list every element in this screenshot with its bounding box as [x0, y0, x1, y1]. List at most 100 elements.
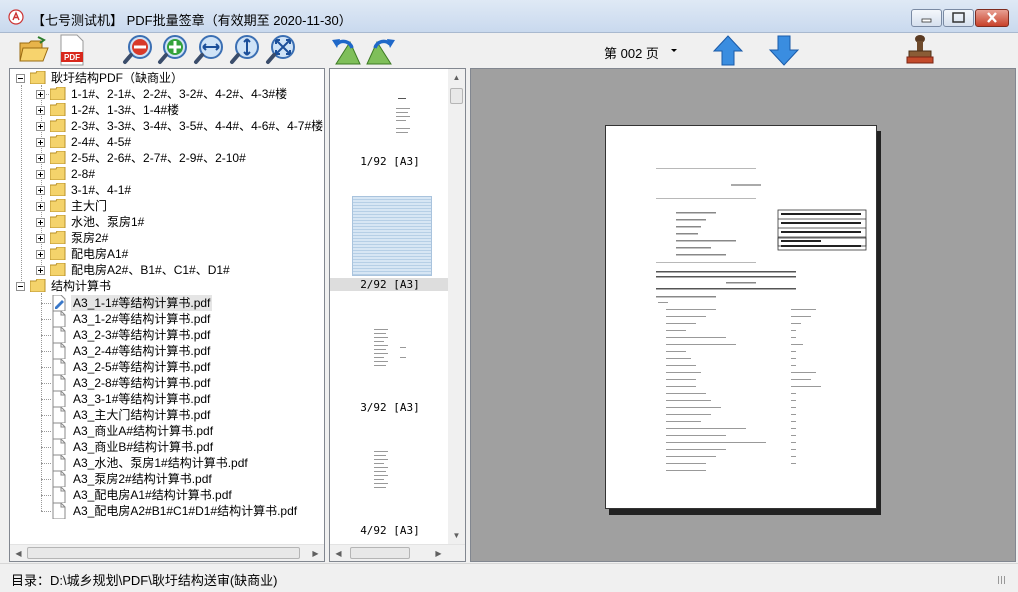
tree-label: A3_2-5#等结构计算书.pdf — [73, 360, 211, 374]
expand-icon[interactable] — [36, 90, 45, 99]
fit-width-icon[interactable] — [193, 34, 225, 66]
window-title: 【七号测试机】 PDF批量签章（有效期至 2020-11-30） — [32, 13, 352, 28]
expand-icon[interactable] — [36, 186, 45, 195]
thumbnail-label: 4/92 [A3] — [360, 524, 420, 537]
zoom-out-icon[interactable] — [122, 34, 154, 66]
page-selector[interactable]: 第 002 页 — [604, 43, 659, 62]
tree-file[interactable]: A3_3-1#等结构计算书.pdf — [10, 391, 324, 407]
expand-icon[interactable] — [36, 106, 45, 115]
tree-folder[interactable]: 主大门 — [10, 198, 324, 214]
folder-icon — [50, 87, 66, 100]
minimize-button[interactable] — [911, 9, 942, 27]
page-thumbnail[interactable] — [378, 88, 424, 148]
expand-icon[interactable] — [36, 266, 45, 275]
tree-label: 2-5#、2-6#、2-7#、2-9#、2-10# — [71, 151, 246, 165]
open-folder-icon[interactable] — [18, 34, 50, 66]
tree-folder[interactable]: 1-2#、1-3#、1-4#楼 — [10, 102, 324, 118]
file-icon — [52, 439, 66, 455]
tree-file[interactable]: A3_主大门结构计算书.pdf — [10, 407, 324, 423]
tree-file[interactable]: A3_2-3#等结构计算书.pdf — [10, 327, 324, 343]
expand-icon[interactable] — [36, 122, 45, 131]
tree-folder[interactable]: 泵房2# — [10, 230, 324, 246]
tree-folder[interactable]: 2-4#、4-5# — [10, 134, 324, 150]
tree-folder[interactable]: 3-1#、4-1# — [10, 182, 324, 198]
tree-label: A3_2-3#等结构计算书.pdf — [73, 328, 211, 342]
zoom-in-icon[interactable] — [157, 34, 189, 66]
tree-file[interactable]: A3_商业B#结构计算书.pdf — [10, 439, 324, 455]
tree-file[interactable]: A3_水池、泵房1#结构计算书.pdf — [10, 455, 324, 471]
page-thumbnail[interactable] — [370, 449, 420, 509]
scroll-down-icon[interactable]: ▼ — [448, 527, 465, 544]
tree-folder[interactable]: 1-1#、2-1#、2-2#、3-2#、4-2#、4-3#楼 — [10, 86, 324, 102]
scrollbar-thumb[interactable] — [350, 547, 410, 559]
tree-file[interactable]: A3_商业A#结构计算书.pdf — [10, 423, 324, 439]
resize-grip-icon[interactable] — [998, 576, 1006, 584]
tree-folder[interactable]: 水池、泵房1# — [10, 214, 324, 230]
fit-page-icon[interactable] — [265, 34, 297, 66]
tree-label: 水池、泵房1# — [71, 215, 145, 229]
status-bar: 目录：D:\城乡规划\PDF\耿圩结构送审(缺商业) — [0, 563, 1018, 592]
minimize-icon — [921, 18, 932, 23]
expand-icon[interactable] — [36, 170, 45, 179]
tree-folder[interactable]: 2-5#、2-6#、2-7#、2-9#、2-10# — [10, 150, 324, 166]
tree-label: 配电房A1# — [71, 247, 129, 261]
tree-file[interactable]: A3_2-8#等结构计算书.pdf — [10, 375, 324, 391]
page-down-icon[interactable] — [768, 34, 800, 66]
thumbnail-panel: 1/92 [A3] 2/92 [A3] 3/92 [A3] 4/92 [A3] … — [329, 68, 466, 562]
tree-horizontal-scrollbar[interactable]: ◀ ▶ — [10, 544, 324, 561]
scroll-right-icon[interactable]: ▶ — [430, 545, 447, 561]
scroll-left-icon[interactable]: ◀ — [330, 545, 347, 561]
tree-file[interactable]: A3_1-2#等结构计算书.pdf — [10, 311, 324, 327]
tree-file[interactable]: A3_2-4#等结构计算书.pdf — [10, 343, 324, 359]
tree-folder[interactable]: 配电房A2#、B1#、C1#、D1# — [10, 262, 324, 278]
tree-folder[interactable]: 2-3#、3-3#、3-4#、3-5#、4-4#、4-6#、4-7#楼 — [10, 118, 324, 134]
close-icon — [987, 12, 997, 23]
page-up-icon[interactable] — [712, 34, 744, 66]
thumbnail-horizontal-scrollbar[interactable]: ◀ ▶ — [330, 544, 465, 561]
expand-icon[interactable] — [36, 234, 45, 243]
collapse-icon[interactable] — [16, 282, 25, 291]
rotate-left-icon[interactable] — [330, 34, 362, 66]
rotate-right-icon[interactable] — [365, 34, 397, 66]
page-preview-panel — [470, 68, 1016, 562]
folder-icon — [50, 135, 66, 148]
collapse-icon[interactable] — [16, 74, 25, 83]
scrollbar-thumb[interactable] — [27, 547, 300, 559]
file-icon — [52, 343, 66, 359]
scroll-up-icon[interactable]: ▲ — [448, 69, 465, 86]
scroll-right-icon[interactable]: ▶ — [307, 545, 324, 561]
page-thumbnail[interactable] — [370, 327, 420, 387]
folder-icon — [50, 151, 66, 164]
chevron-down-icon[interactable] — [666, 41, 682, 59]
page-thumbnail-selected[interactable] — [352, 196, 432, 276]
tree-label: 泵房2# — [71, 231, 109, 245]
scrollbar-thumb[interactable] — [450, 88, 463, 104]
tree-file[interactable]: A3_配电房A1#结构计算书.pdf — [10, 487, 324, 503]
expand-icon[interactable] — [36, 202, 45, 211]
thumbnail-vertical-scrollbar[interactable]: ▲ ▼ — [448, 69, 465, 544]
tree-folder[interactable]: 2-8# — [10, 166, 324, 182]
file-tree-panel: 耿圩结构PDF（缺商业） 1-1#、2-1#、2-2#、3-2#、4-2#、4-… — [9, 68, 325, 562]
expand-icon[interactable] — [36, 154, 45, 163]
file-icon — [52, 407, 66, 423]
tree-folder[interactable]: 配电房A1# — [10, 246, 324, 262]
pdf-icon[interactable]: PDF — [56, 34, 88, 66]
tree-file-selected[interactable]: A3_1-1#等结构计算书.pdf — [10, 295, 324, 311]
tree-file[interactable]: A3_2-5#等结构计算书.pdf — [10, 359, 324, 375]
tree-label: A3_2-4#等结构计算书.pdf — [73, 344, 211, 358]
expand-icon[interactable] — [36, 218, 45, 227]
expand-icon[interactable] — [36, 138, 45, 147]
close-button[interactable] — [975, 9, 1009, 27]
fit-height-icon[interactable] — [229, 34, 261, 66]
tree-root-structure-pdf[interactable]: 耿圩结构PDF（缺商业） — [10, 70, 324, 86]
expand-icon[interactable] — [36, 250, 45, 259]
tree-root-calc-books[interactable]: 结构计算书 — [10, 278, 324, 294]
pdf-page-preview[interactable] — [605, 125, 877, 509]
tree-file[interactable]: A3_配电房A2#B1#C1#D1#结构计算书.pdf — [10, 503, 324, 519]
maximize-button[interactable] — [943, 9, 974, 27]
tree-label: A3_主大门结构计算书.pdf — [73, 408, 211, 422]
tree-file[interactable]: A3_泵房2#结构计算书.pdf — [10, 471, 324, 487]
scroll-left-icon[interactable]: ◀ — [10, 545, 27, 561]
tree-label: 3-1#、4-1# — [71, 183, 132, 197]
stamp-icon[interactable] — [904, 34, 936, 66]
